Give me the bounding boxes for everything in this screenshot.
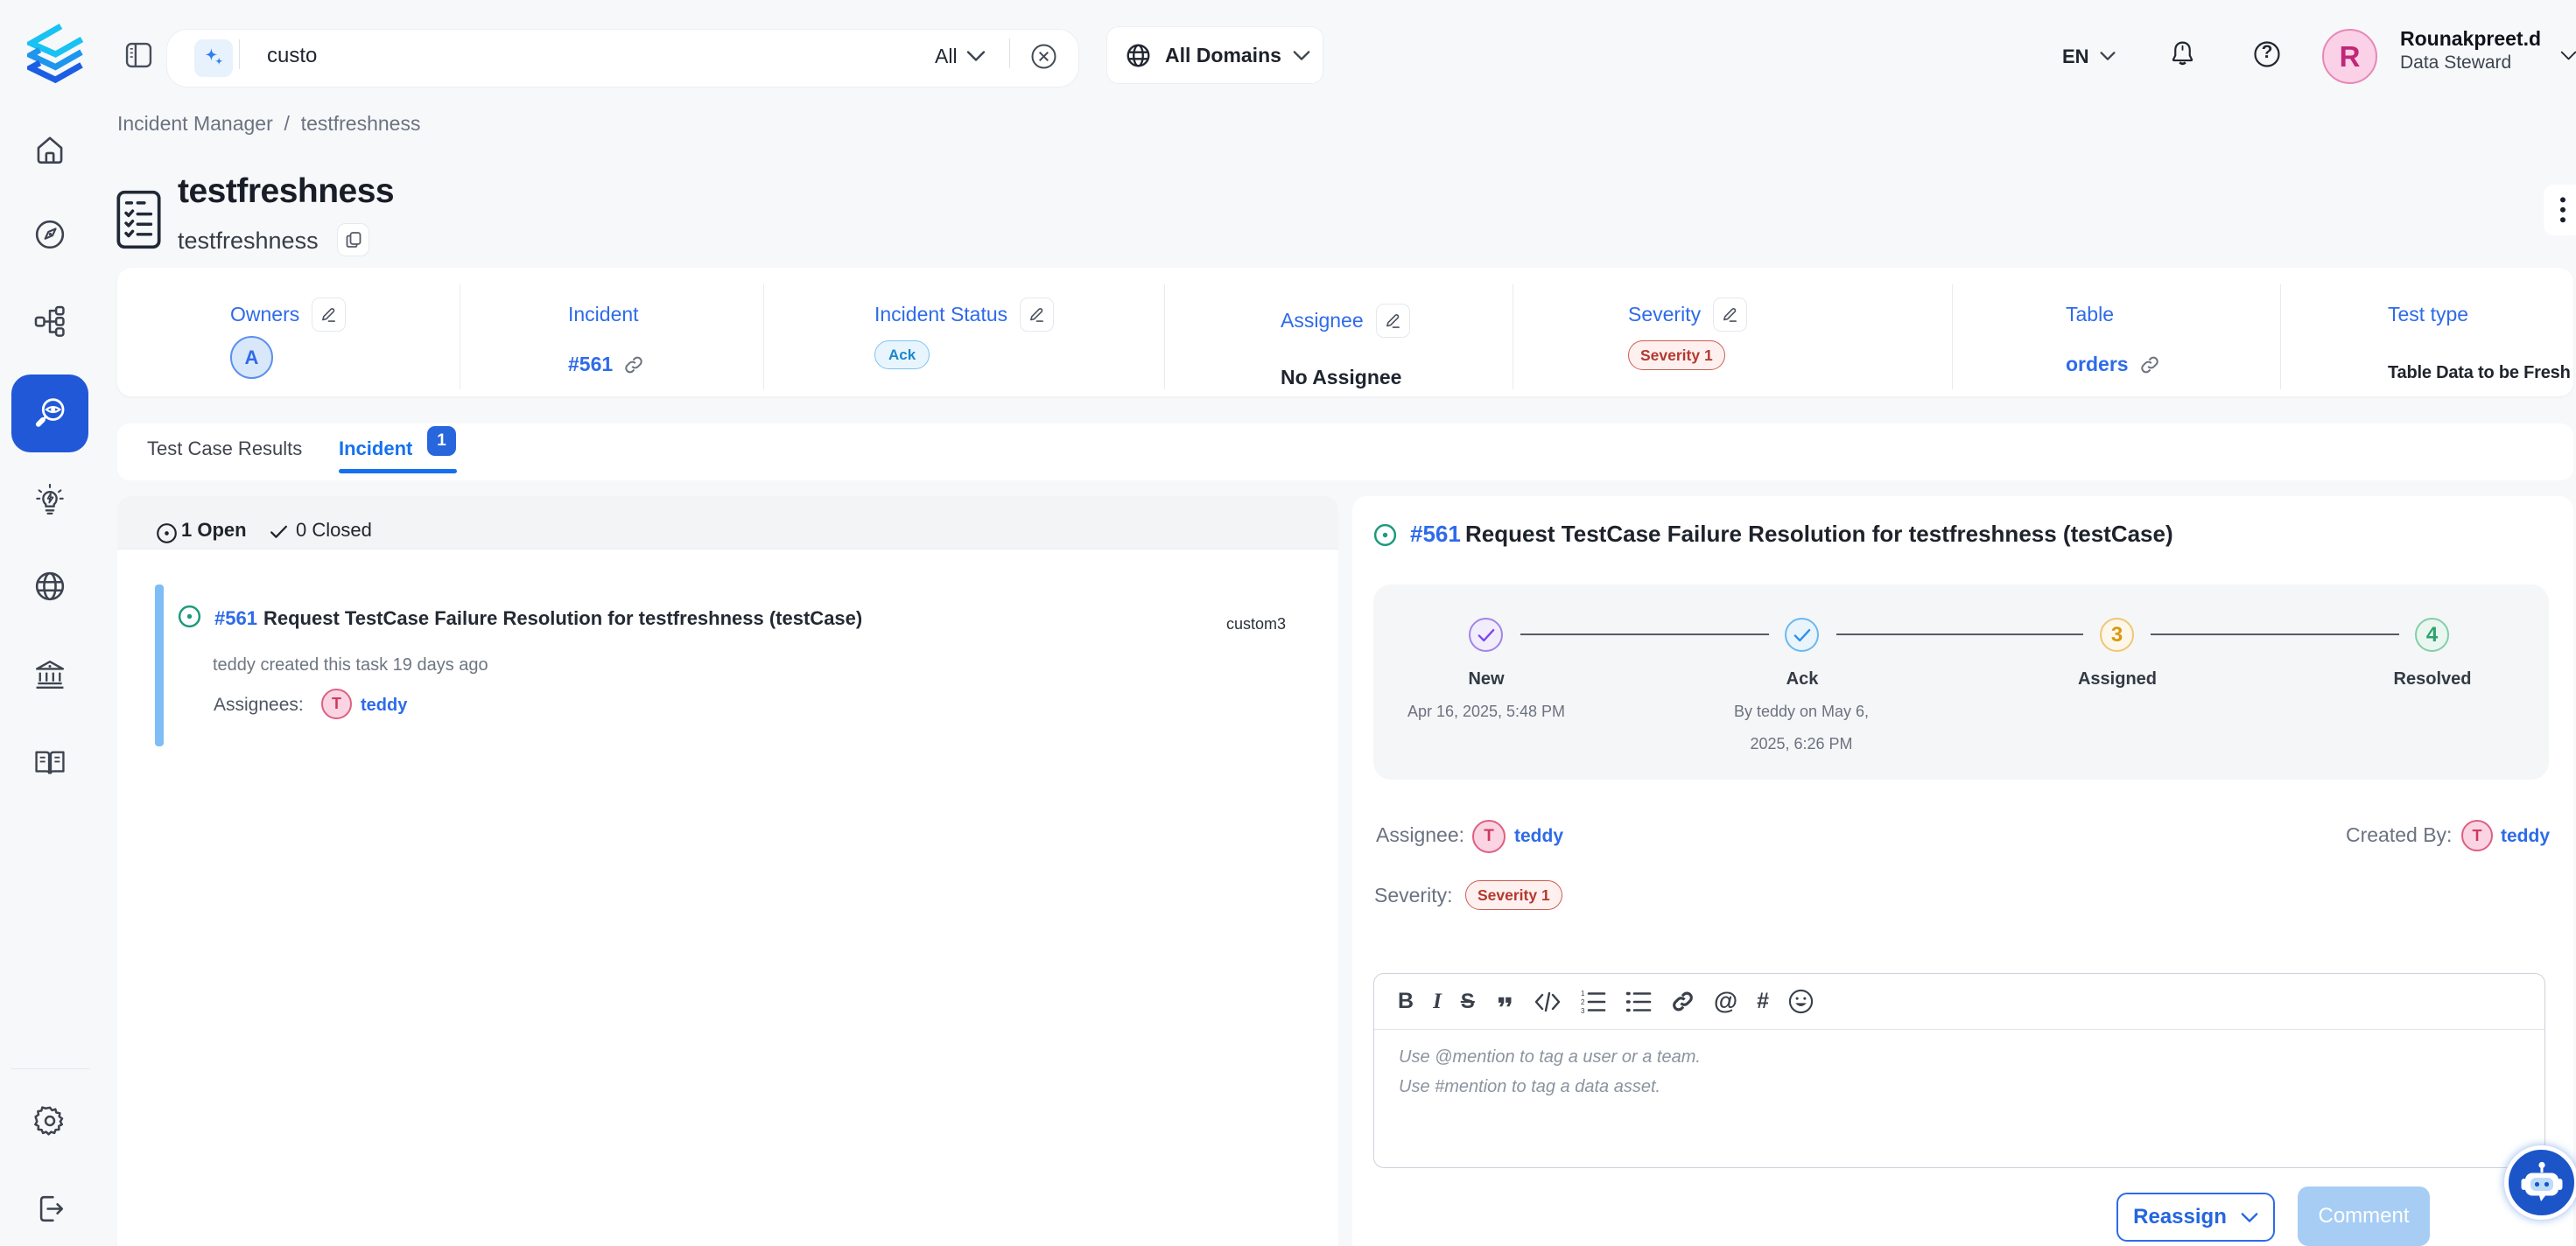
svg-text:1: 1 (1581, 990, 1585, 998)
svg-text:3: 3 (1581, 1007, 1585, 1014)
svg-text:2: 2 (1581, 998, 1585, 1006)
